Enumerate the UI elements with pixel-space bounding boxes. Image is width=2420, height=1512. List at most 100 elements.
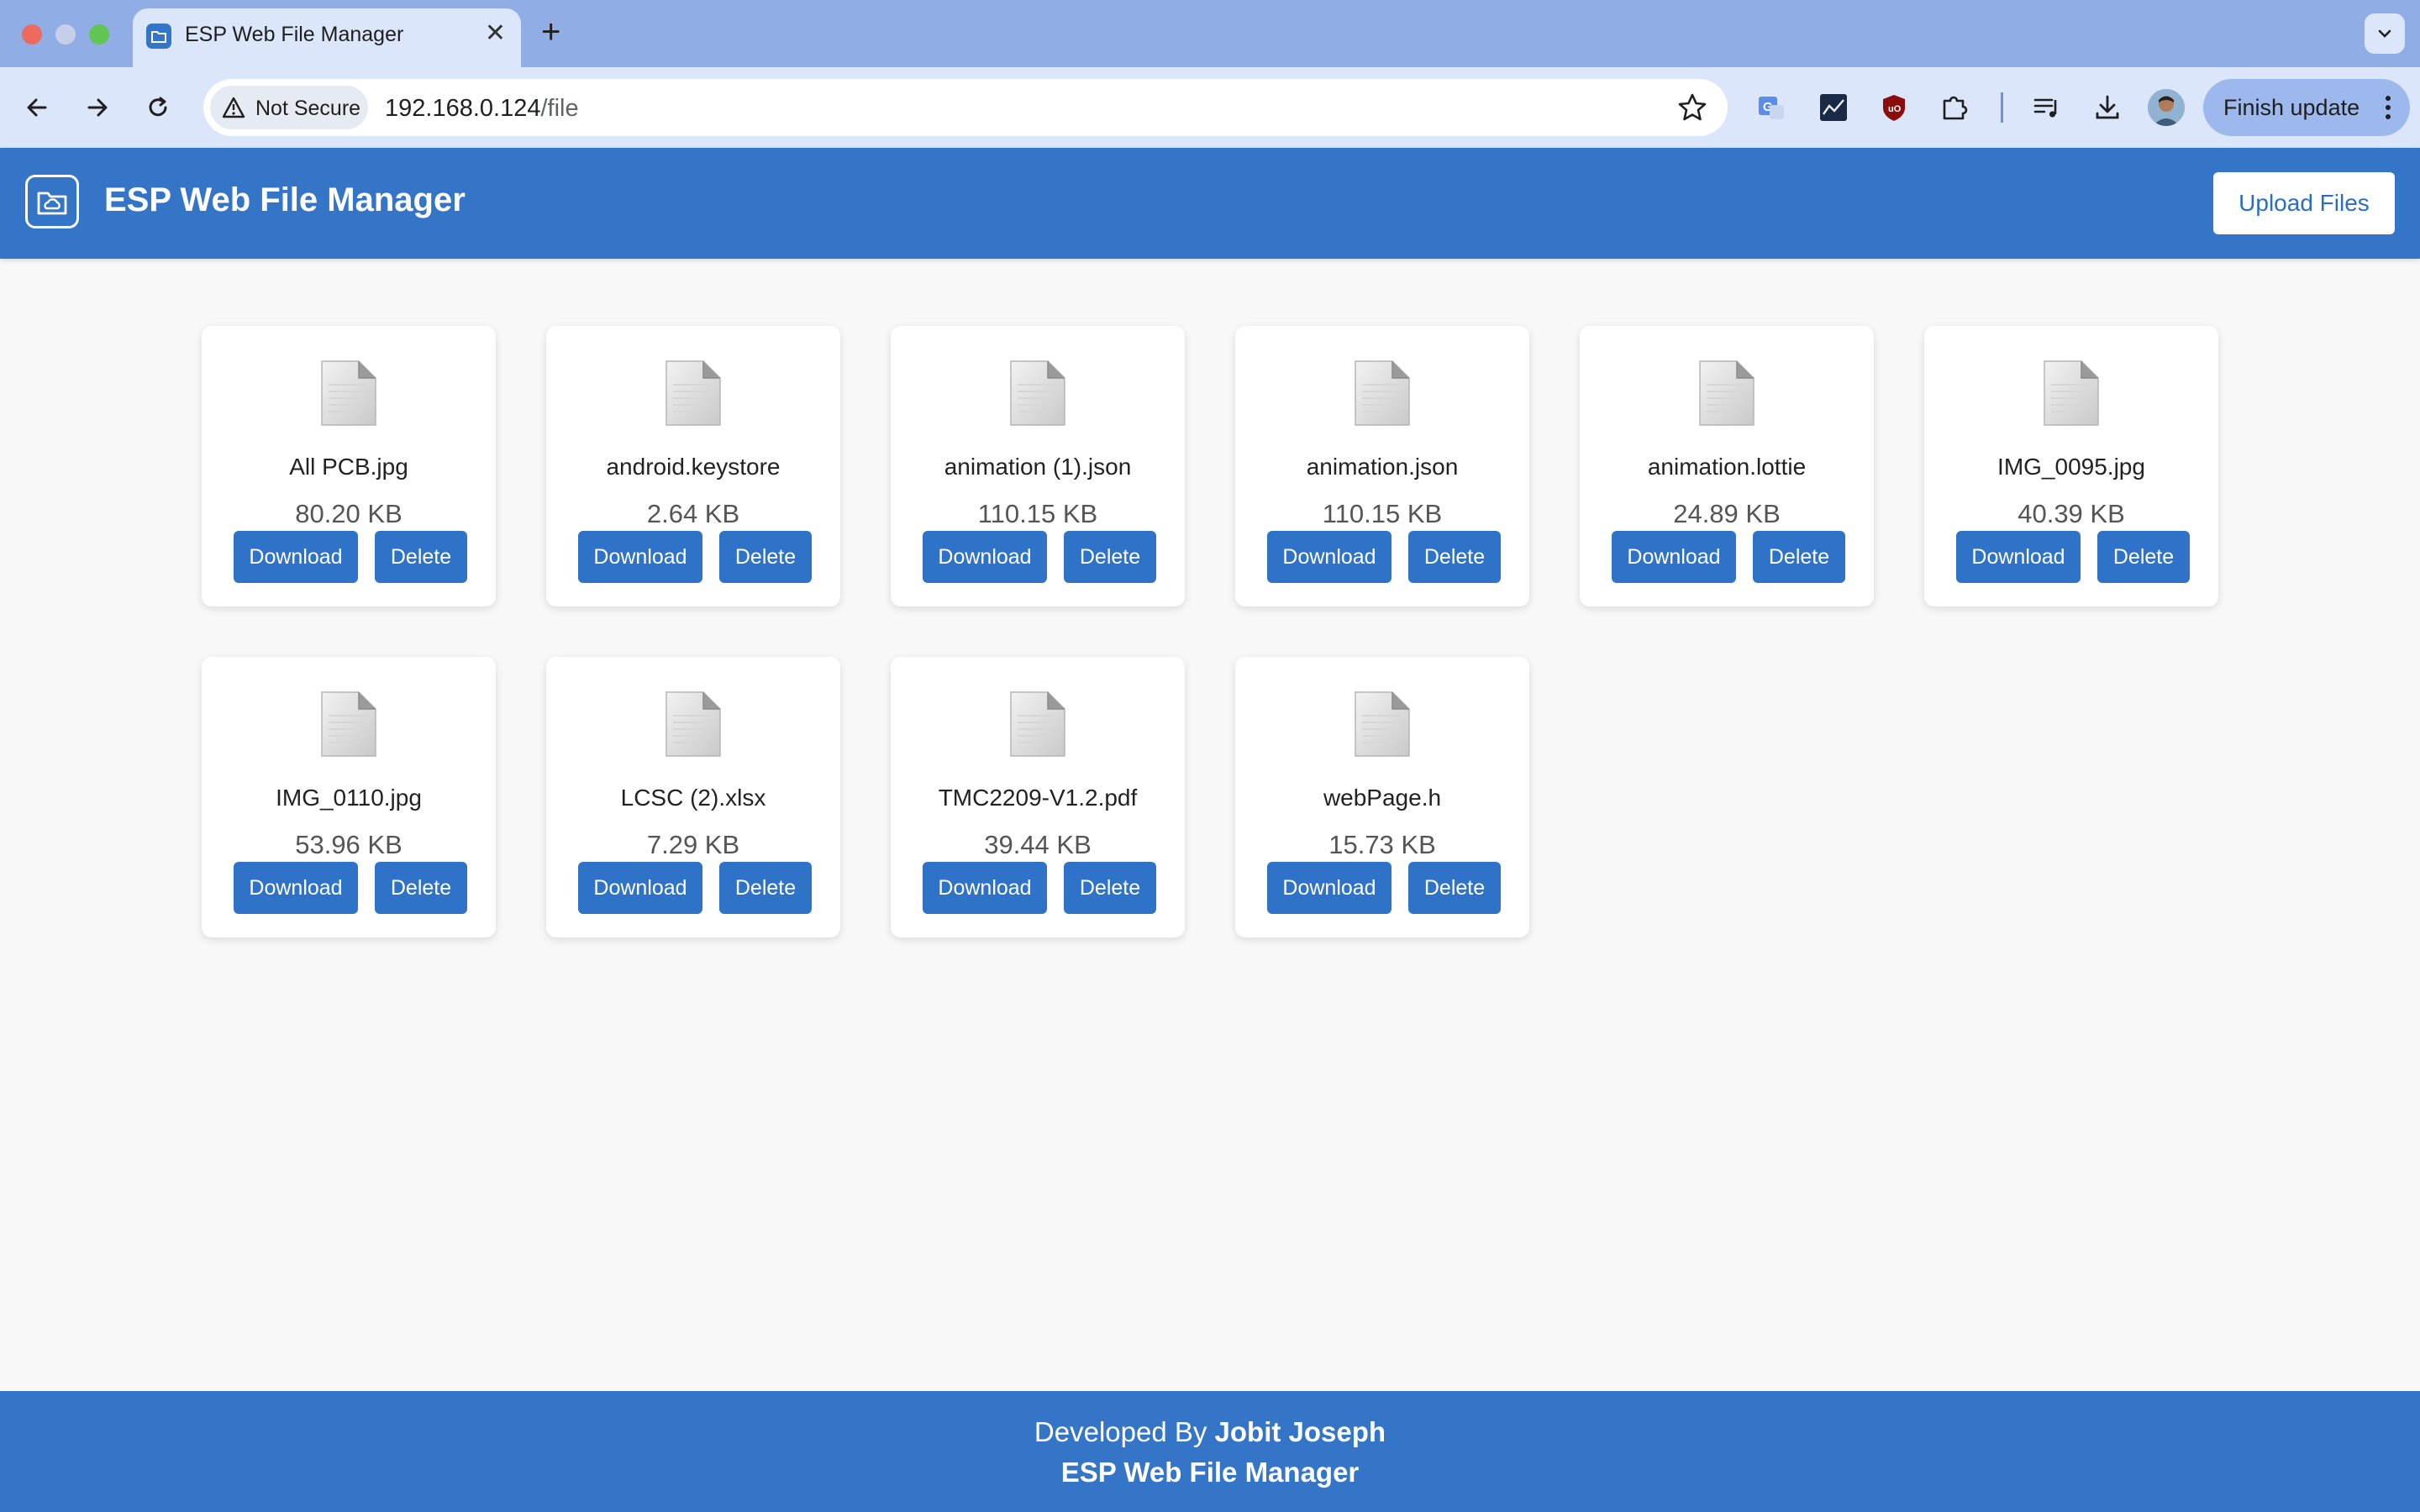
file-name: animation (1).json	[944, 454, 1132, 480]
file-document-icon	[1010, 360, 1065, 426]
file-actions: Download Delete	[1956, 531, 2200, 583]
url-host: 192.168.0.124	[385, 95, 541, 122]
delete-button[interactable]: Delete	[375, 531, 467, 583]
puzzle-icon[interactable]	[1934, 87, 1975, 128]
finish-update-button[interactable]: Finish update	[2203, 79, 2410, 136]
app-header: ESP Web File Manager Upload Files	[0, 148, 2420, 259]
file-document-icon	[321, 691, 376, 757]
ublock-icon[interactable]: uO	[1874, 87, 1914, 128]
footer-developer-name: Jobit Joseph	[1214, 1416, 1386, 1447]
delete-button[interactable]: Delete	[719, 531, 812, 583]
file-name: webPage.h	[1323, 785, 1442, 811]
download-icon[interactable]	[2087, 87, 2128, 128]
file-document-icon	[1699, 360, 1754, 426]
footer-credit-prefix: Developed By	[1034, 1416, 1207, 1447]
download-button[interactable]: Download	[923, 531, 1047, 583]
url-path: /file	[540, 95, 579, 122]
file-size: 7.29 KB	[646, 830, 740, 859]
download-button[interactable]: Download	[923, 862, 1047, 914]
footer: Developed By Jobit Joseph ESP Web File M…	[0, 1391, 2420, 1512]
file-name: IMG_0095.jpg	[1997, 454, 2145, 480]
file-actions: Download Delete	[578, 531, 822, 583]
file-size: 2.64 KB	[646, 499, 740, 528]
delete-button[interactable]: Delete	[719, 862, 812, 914]
file-card: webPage.h 15.73 KB Download Delete	[1235, 657, 1529, 937]
download-button[interactable]: Download	[234, 862, 358, 914]
file-size: 40.39 KB	[2018, 499, 2125, 528]
delete-button[interactable]: Delete	[1064, 862, 1156, 914]
file-actions: Download Delete	[234, 531, 477, 583]
address-bar[interactable]: Not Secure 192.168.0.124/file	[203, 79, 1728, 136]
reload-button[interactable]	[138, 87, 178, 128]
bookmark-star-icon[interactable]	[1676, 91, 1709, 124]
download-button[interactable]: Download	[1267, 531, 1392, 583]
file-name: All PCB.jpg	[289, 454, 408, 480]
download-button[interactable]: Download	[1612, 531, 1736, 583]
url-text: 192.168.0.124/file	[385, 95, 579, 123]
file-actions: Download Delete	[1267, 862, 1511, 914]
tab-close-icon[interactable]: ✕	[485, 18, 506, 49]
file-card: IMG_0095.jpg 40.39 KB Download Delete	[1924, 326, 2218, 606]
file-document-icon	[666, 691, 721, 757]
back-button[interactable]	[17, 87, 57, 128]
new-tab-button[interactable]: +	[541, 13, 560, 50]
file-size: 110.15 KB	[1322, 499, 1443, 528]
media-queue-icon[interactable]	[2027, 87, 2067, 128]
file-name: IMG_0110.jpg	[276, 785, 422, 811]
file-name: TMC2209-V1.2.pdf	[938, 785, 1138, 811]
download-button[interactable]: Download	[234, 531, 358, 583]
minimize-window-button[interactable]	[55, 24, 76, 45]
download-button[interactable]: Download	[578, 862, 702, 914]
file-card: animation.lottie 24.89 KB Download Delet…	[1580, 326, 1874, 606]
file-actions: Download Delete	[923, 862, 1166, 914]
delete-button[interactable]: Delete	[1064, 531, 1156, 583]
file-actions: Download Delete	[1612, 531, 1855, 583]
toolbar-separator	[2001, 92, 2003, 123]
chart-extension-icon[interactable]	[1813, 87, 1854, 128]
folder-cloud-icon	[146, 24, 171, 49]
tab-search-button[interactable]	[2365, 13, 2405, 54]
file-document-icon	[666, 360, 721, 426]
warning-icon	[222, 97, 245, 118]
folder-cloud-icon	[25, 175, 79, 228]
footer-credit: Developed By Jobit Joseph	[0, 1416, 2420, 1448]
file-card: All PCB.jpg 80.20 KB Download Delete	[202, 326, 496, 606]
reload-icon	[149, 97, 167, 117]
download-button[interactable]: Download	[1956, 531, 2081, 583]
file-actions: Download Delete	[578, 862, 822, 914]
download-button[interactable]: Download	[1267, 862, 1392, 914]
delete-button[interactable]: Delete	[2097, 531, 2190, 583]
file-name: animation.json	[1306, 454, 1459, 480]
delete-button[interactable]: Delete	[1408, 531, 1501, 583]
delete-button[interactable]: Delete	[1753, 531, 1845, 583]
delete-button[interactable]: Delete	[375, 862, 467, 914]
file-size: 80.20 KB	[295, 499, 402, 528]
close-window-button[interactable]	[22, 24, 42, 45]
download-button[interactable]: Download	[578, 531, 702, 583]
profile-avatar[interactable]	[2148, 89, 2185, 126]
file-name: animation.lottie	[1647, 454, 1807, 480]
file-card: android.keystore 2.64 KB Download Delete	[546, 326, 840, 606]
tab-title: ESP Web File Manager	[185, 23, 404, 46]
translate-icon[interactable]: G	[1751, 87, 1791, 128]
more-vertical-icon	[2386, 96, 2391, 119]
file-size: 53.96 KB	[295, 830, 402, 859]
file-card: animation (1).json 110.15 KB Download De…	[891, 326, 1185, 606]
browser-tab[interactable]: ESP Web File Manager ✕	[133, 8, 521, 67]
page-title: ESP Web File Manager	[104, 181, 466, 218]
file-card: IMG_0110.jpg 53.96 KB Download Delete	[202, 657, 496, 937]
file-actions: Download Delete	[923, 531, 1166, 583]
file-size: 110.15 KB	[977, 499, 1098, 528]
arrow-left-icon	[27, 98, 47, 117]
forward-button[interactable]	[77, 87, 118, 128]
file-document-icon	[321, 360, 376, 426]
upload-files-button[interactable]: Upload Files	[2213, 172, 2395, 234]
delete-button[interactable]: Delete	[1408, 862, 1501, 914]
file-name: android.keystore	[606, 454, 781, 480]
file-name: LCSC (2).xlsx	[620, 785, 766, 811]
security-chip[interactable]: Not Secure	[210, 86, 368, 129]
browser-tabstrip: ESP Web File Manager ✕ +	[0, 0, 2420, 67]
maximize-window-button[interactable]	[89, 24, 109, 45]
chevron-down-icon	[2378, 29, 2391, 38]
finish-update-label: Finish update	[2223, 95, 2360, 120]
